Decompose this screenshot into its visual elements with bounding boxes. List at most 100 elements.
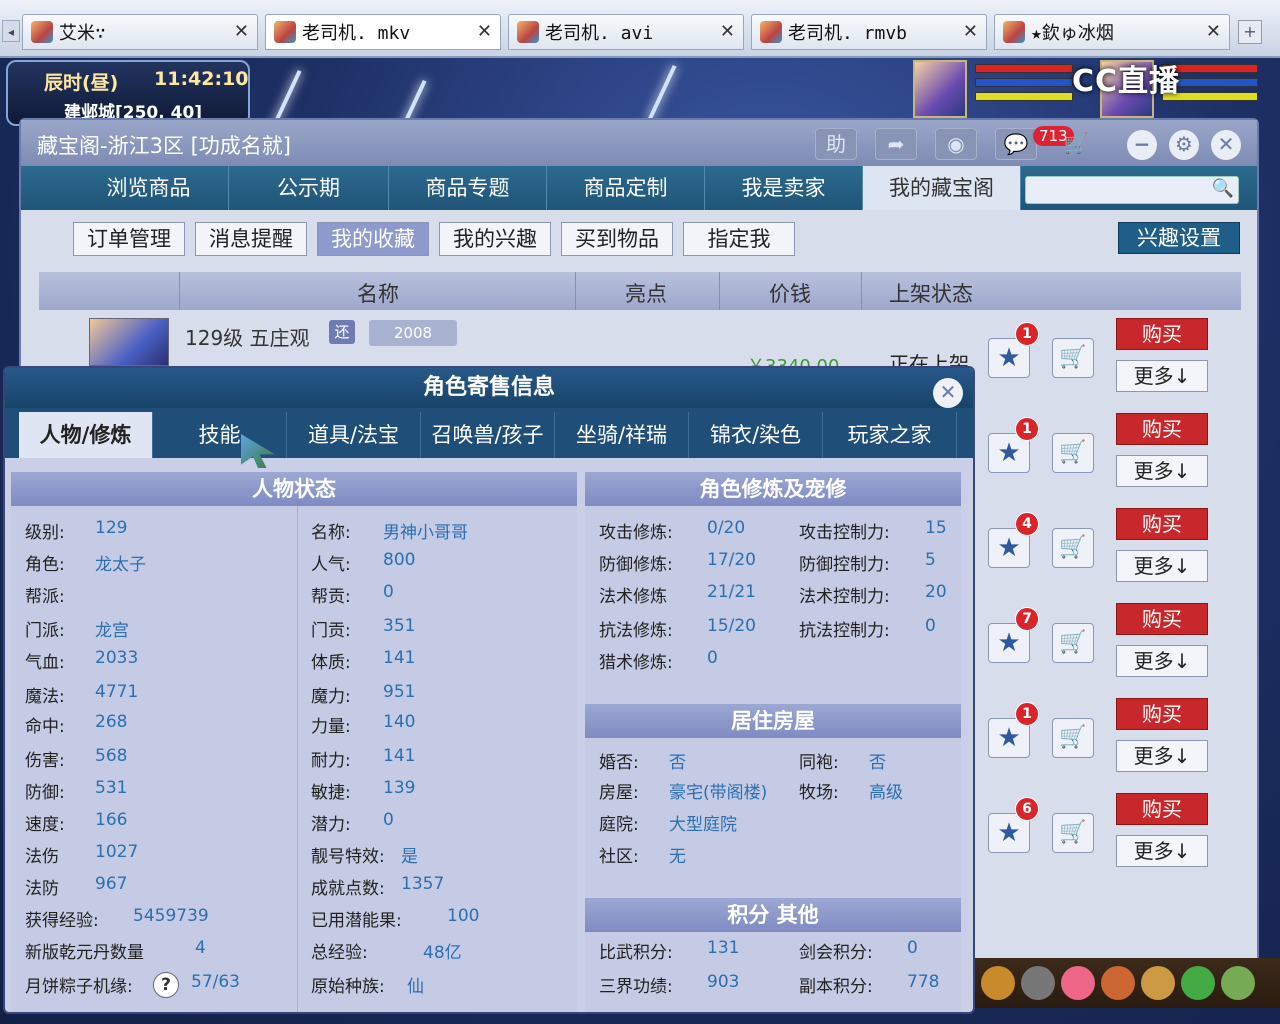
- new-tab-icon[interactable]: +: [1238, 20, 1262, 44]
- tab-close-icon[interactable]: ✕: [963, 21, 978, 42]
- add-to-cart-icon[interactable]: 🛒: [1052, 623, 1094, 663]
- add-to-cart-icon[interactable]: 🛒: [1052, 338, 1094, 378]
- tab-player-home[interactable]: 玩家之家: [823, 412, 957, 458]
- row-actions: ★ 7 🛒 购买 更多↓: [988, 603, 1228, 703]
- search-icon[interactable]: 🔍: [1212, 178, 1234, 199]
- message-icon[interactable]: 💬: [995, 128, 1037, 160]
- my-interests-button[interactable]: 我的兴趣: [439, 222, 551, 256]
- order-management-button[interactable]: 订单管理: [73, 222, 185, 256]
- share-icon[interactable]: ➦: [875, 128, 917, 160]
- stat-row: 副本积分: 778: [799, 972, 939, 997]
- dialog-close-icon[interactable]: ✕: [933, 378, 963, 408]
- more-button[interactable]: 更多↓: [1116, 360, 1208, 392]
- stat-label: 新版乾元丹数量: [25, 943, 144, 963]
- player-portrait[interactable]: [913, 60, 967, 118]
- interest-settings-button[interactable]: 兴趣设置: [1118, 222, 1240, 254]
- tab-close-icon[interactable]: ✕: [477, 21, 492, 42]
- window-title: 藏宝阁-浙江3区 [功成名就]: [37, 134, 291, 158]
- list-item[interactable]: 129级 五庄观 还 2008 ￥3340.00 正在上架: [83, 318, 983, 377]
- stat-row: 帮派:: [25, 582, 65, 607]
- help-button[interactable]: 助: [815, 128, 857, 160]
- notifications-button[interactable]: 消息提醒: [195, 222, 307, 256]
- browser-tab[interactable]: ★欽ゅ冰烟 ✕: [994, 14, 1230, 50]
- buy-button[interactable]: 购买: [1116, 603, 1208, 635]
- more-button[interactable]: 更多↓: [1116, 455, 1208, 487]
- tab-close-icon[interactable]: ✕: [720, 21, 735, 42]
- stat-value: 0/20: [707, 518, 746, 538]
- stat-value: 豪宅(带阁楼): [669, 783, 768, 803]
- minimize-icon[interactable]: −: [1127, 130, 1157, 160]
- stat-value: 大型庭院: [669, 815, 737, 835]
- stat-value: 131: [707, 938, 740, 958]
- more-button[interactable]: 更多↓: [1116, 835, 1208, 867]
- record-icon[interactable]: ◉: [935, 128, 977, 160]
- stat-row: 攻击修炼: 0/20: [599, 518, 745, 543]
- peach-icon[interactable]: [1061, 966, 1095, 1000]
- settings-icon[interactable]: ⚙: [1169, 130, 1199, 160]
- tab-close-icon[interactable]: ✕: [234, 21, 249, 42]
- stat-row: 速度: 166: [25, 810, 127, 835]
- add-to-cart-icon[interactable]: 🛒: [1052, 813, 1094, 853]
- year-tag: 2008: [369, 320, 457, 346]
- stat-row: 靓号特效: 是: [311, 842, 418, 867]
- tab-items[interactable]: 道具/法宝: [287, 412, 421, 458]
- add-to-cart-icon[interactable]: 🛒: [1052, 718, 1094, 758]
- browser-tab[interactable]: 艾米∵ ✕: [22, 14, 258, 50]
- stat-label: 防御修炼:: [599, 555, 673, 575]
- tab-scroll-left-icon[interactable]: ◂: [2, 20, 20, 42]
- stat-row: 牧场: 高级: [799, 778, 903, 803]
- browser-tab-bar: ◂ 艾米∵ ✕ 老司机. mkv ✕ 老司机. avi ✕ 老司机. rmvb …: [0, 0, 1280, 58]
- stat-label: 庭院:: [599, 815, 639, 835]
- assigned-to-me-button[interactable]: 指定我: [683, 222, 795, 256]
- stat-row: 级别: 129: [25, 518, 127, 543]
- stat-row: 三界功绩: 903: [599, 972, 739, 997]
- team-icon[interactable]: [1101, 966, 1135, 1000]
- browser-tab[interactable]: 老司机. mkv ✕: [265, 14, 501, 50]
- anger-bar: [975, 92, 1073, 101]
- friend-icon[interactable]: [1141, 966, 1175, 1000]
- my-favorites-button[interactable]: 我的收藏: [317, 222, 429, 256]
- main-nav: 浏览商品 公示期 商品专题 商品定制 我是卖家 我的藏宝阁 🔍: [21, 166, 1257, 210]
- bag-icon[interactable]: [1021, 966, 1055, 1000]
- tab-character[interactable]: 人物/修炼: [19, 412, 153, 458]
- buy-button[interactable]: 购买: [1116, 318, 1208, 350]
- buy-button[interactable]: 购买: [1116, 793, 1208, 825]
- tab-outfits[interactable]: 锦衣/染色: [689, 412, 823, 458]
- more-button[interactable]: 更多↓: [1116, 550, 1208, 582]
- nav-item-browse[interactable]: 浏览商品: [69, 166, 229, 210]
- buy-button[interactable]: 购买: [1116, 413, 1208, 445]
- browser-tab[interactable]: 老司机. avi ✕: [508, 14, 744, 50]
- tab-close-icon[interactable]: ✕: [1206, 21, 1221, 42]
- add-to-cart-icon[interactable]: 🛒: [1052, 433, 1094, 473]
- buy-button[interactable]: 购买: [1116, 508, 1208, 540]
- help-question-icon[interactable]: ?: [153, 972, 179, 998]
- system-icon[interactable]: [1221, 966, 1255, 1000]
- stat-label: 魔力:: [311, 687, 351, 707]
- stat-row: 人气: 800: [311, 550, 415, 575]
- tab-pets[interactable]: 召唤兽/孩子: [421, 412, 555, 458]
- column-divider: [297, 506, 298, 1012]
- search-input[interactable]: 🔍: [1025, 176, 1239, 204]
- stat-row: 抗法修炼: 15/20: [599, 616, 756, 641]
- more-button[interactable]: 更多↓: [1116, 740, 1208, 772]
- stat-value: 龙太子: [95, 555, 146, 575]
- nav-item-announce[interactable]: 公示期: [229, 166, 389, 210]
- stat-row: 猎术修炼: 0: [599, 648, 718, 673]
- bell-icon[interactable]: [981, 966, 1015, 1000]
- nav-item-topics[interactable]: 商品专题: [389, 166, 547, 210]
- tab-mounts[interactable]: 坐骑/祥瑞: [555, 412, 689, 458]
- nav-item-seller[interactable]: 我是卖家: [705, 166, 863, 210]
- nav-item-my-pavilion[interactable]: 我的藏宝阁: [863, 166, 1021, 210]
- buy-button[interactable]: 购买: [1116, 698, 1208, 730]
- purchased-items-button[interactable]: 买到物品: [561, 222, 673, 256]
- browser-tab[interactable]: 老司机. rmvb ✕: [751, 14, 987, 50]
- add-to-cart-icon[interactable]: 🛒: [1052, 528, 1094, 568]
- cart-icon[interactable]: 🛒: [1055, 128, 1097, 160]
- close-icon[interactable]: ✕: [1211, 130, 1241, 160]
- stat-value: 268: [95, 712, 128, 732]
- stat-value: 5: [925, 550, 936, 570]
- skill-icon[interactable]: [1181, 966, 1215, 1000]
- stat-row: 法术修炼 21/21: [599, 582, 756, 607]
- nav-item-custom[interactable]: 商品定制: [547, 166, 705, 210]
- more-button[interactable]: 更多↓: [1116, 645, 1208, 677]
